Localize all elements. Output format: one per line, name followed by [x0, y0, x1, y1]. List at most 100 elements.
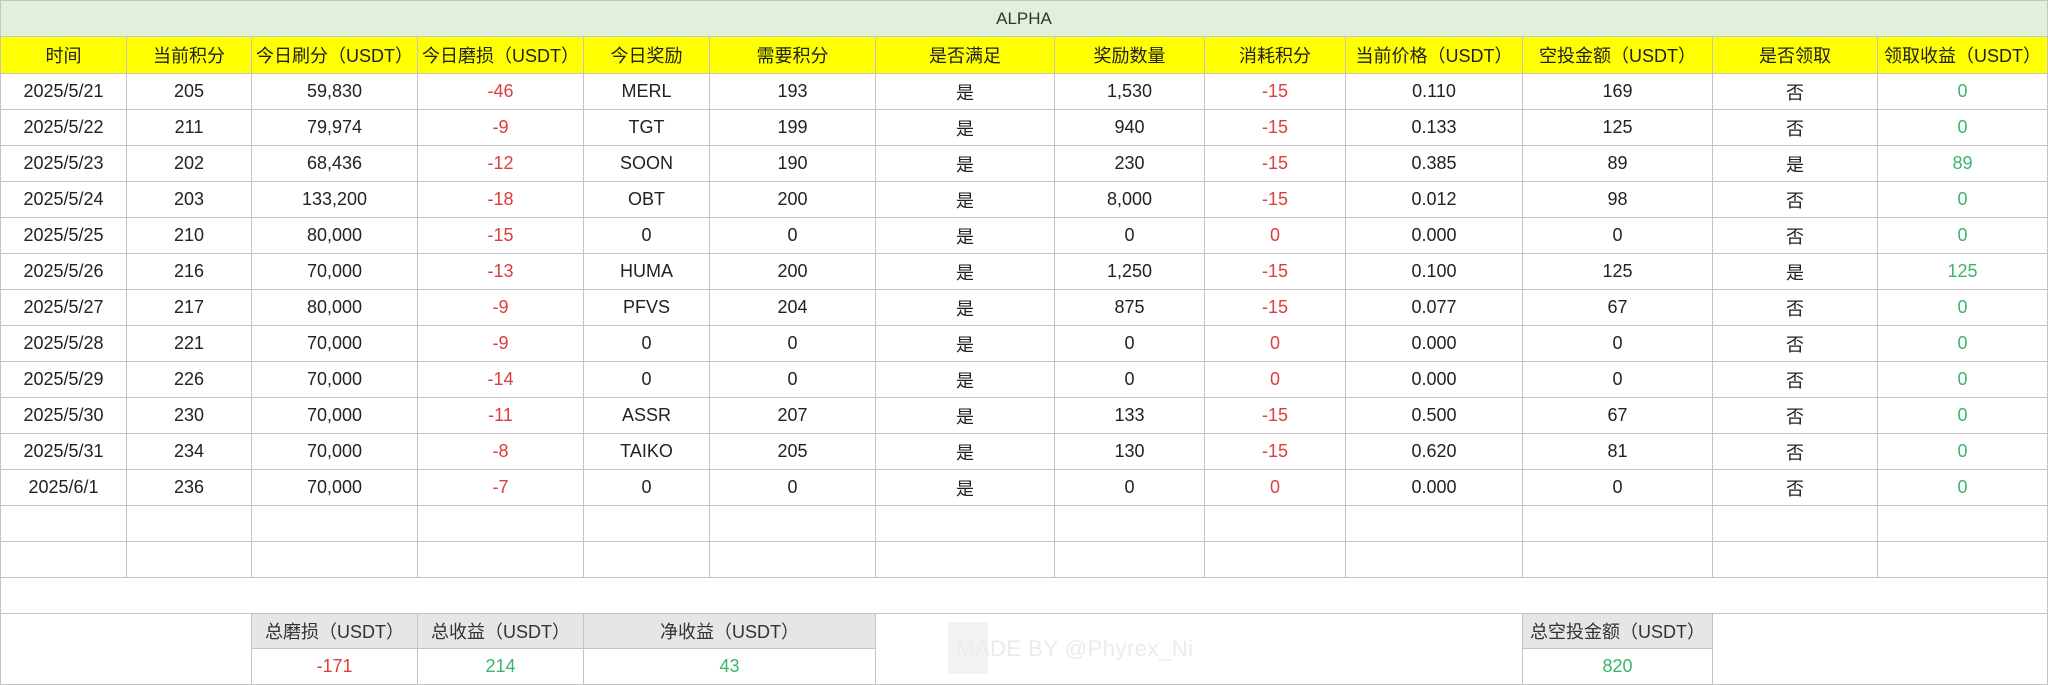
- cell-daily-volume[interactable]: 80,000: [251, 217, 418, 254]
- cell-qualified[interactable]: 是: [875, 433, 1055, 470]
- cell-points-spent[interactable]: 0: [1204, 217, 1346, 254]
- cell-current-price[interactable]: 0.100: [1345, 253, 1523, 290]
- cell-current-price[interactable]: 0.000: [1345, 469, 1523, 506]
- cell-current-price[interactable]: 0.077: [1345, 289, 1523, 326]
- cell-claimed-income[interactable]: 0: [1877, 217, 2048, 254]
- cell-points-spent[interactable]: -15: [1204, 289, 1346, 326]
- cell-qualified[interactable]: 是: [875, 253, 1055, 290]
- summary-blank-cell[interactable]: [0, 613, 252, 685]
- cell-points-spent[interactable]: -15: [1204, 253, 1346, 290]
- cell-reward-amount[interactable]: 1,530: [1054, 73, 1205, 110]
- cell-daily-loss[interactable]: -12: [417, 145, 584, 182]
- sheet-title[interactable]: ALPHA: [0, 0, 2048, 37]
- empty-cell[interactable]: [1522, 541, 1713, 578]
- cell-required-points[interactable]: 205: [709, 433, 876, 470]
- cell-claimed-income[interactable]: 89: [1877, 145, 2048, 182]
- cell-daily-loss[interactable]: -15: [417, 217, 584, 254]
- empty-cell[interactable]: [0, 505, 127, 542]
- cell-daily-loss[interactable]: -9: [417, 289, 584, 326]
- cell-daily-volume[interactable]: 70,000: [251, 433, 418, 470]
- empty-cell[interactable]: [583, 505, 710, 542]
- column-header-current-price[interactable]: 当前价格（USDT）: [1345, 36, 1523, 74]
- column-header-qualified[interactable]: 是否满足: [875, 36, 1055, 74]
- cell-date[interactable]: 2025/6/1: [0, 469, 127, 506]
- cell-daily-reward[interactable]: 0: [583, 361, 710, 398]
- cell-required-points[interactable]: 200: [709, 181, 876, 218]
- cell-airdrop-amount[interactable]: 125: [1522, 253, 1713, 290]
- cell-daily-loss[interactable]: -13: [417, 253, 584, 290]
- cell-daily-loss[interactable]: -7: [417, 469, 584, 506]
- empty-cell[interactable]: [875, 541, 1055, 578]
- cell-claimed[interactable]: 否: [1712, 397, 1878, 434]
- empty-cell[interactable]: [1712, 505, 1878, 542]
- cell-date[interactable]: 2025/5/29: [0, 361, 127, 398]
- cell-required-points[interactable]: 199: [709, 109, 876, 146]
- cell-daily-reward[interactable]: PFVS: [583, 289, 710, 326]
- empty-cell[interactable]: [1345, 505, 1523, 542]
- empty-cell[interactable]: [1877, 541, 2048, 578]
- empty-cell[interactable]: [1204, 541, 1346, 578]
- cell-daily-loss[interactable]: -11: [417, 397, 584, 434]
- cell-required-points[interactable]: 0: [709, 361, 876, 398]
- watermark-cell[interactable]: MADE BY @Phyrex_Ni: [875, 613, 1523, 685]
- cell-airdrop-amount[interactable]: 125: [1522, 109, 1713, 146]
- cell-claimed-income[interactable]: 0: [1877, 73, 2048, 110]
- empty-cell[interactable]: [417, 541, 584, 578]
- empty-cell[interactable]: [251, 505, 418, 542]
- cell-claimed[interactable]: 是: [1712, 253, 1878, 290]
- empty-cell[interactable]: [1054, 541, 1205, 578]
- cell-claimed[interactable]: 否: [1712, 433, 1878, 470]
- cell-current-price[interactable]: 0.133: [1345, 109, 1523, 146]
- empty-cell[interactable]: [1712, 541, 1878, 578]
- cell-reward-amount[interactable]: 0: [1054, 325, 1205, 362]
- cell-points-spent[interactable]: -15: [1204, 433, 1346, 470]
- cell-qualified[interactable]: 是: [875, 289, 1055, 326]
- cell-current-price[interactable]: 0.012: [1345, 181, 1523, 218]
- cell-qualified[interactable]: 是: [875, 109, 1055, 146]
- merged-empty-cell[interactable]: [0, 577, 2048, 614]
- empty-cell[interactable]: [1204, 505, 1346, 542]
- cell-required-points[interactable]: 0: [709, 469, 876, 506]
- cell-current-price[interactable]: 0.500: [1345, 397, 1523, 434]
- cell-points-spent[interactable]: 0: [1204, 325, 1346, 362]
- empty-cell[interactable]: [126, 505, 252, 542]
- column-header-reward-amount[interactable]: 奖励数量: [1054, 36, 1205, 74]
- cell-daily-volume[interactable]: 80,000: [251, 289, 418, 326]
- cell-claimed[interactable]: 否: [1712, 325, 1878, 362]
- cell-reward-amount[interactable]: 940: [1054, 109, 1205, 146]
- total-loss-value[interactable]: -171: [251, 648, 418, 685]
- cell-qualified[interactable]: 是: [875, 397, 1055, 434]
- cell-claimed[interactable]: 否: [1712, 361, 1878, 398]
- cell-current-price[interactable]: 0.000: [1345, 217, 1523, 254]
- empty-cell[interactable]: [709, 505, 876, 542]
- cell-daily-loss[interactable]: -14: [417, 361, 584, 398]
- cell-airdrop-amount[interactable]: 81: [1522, 433, 1713, 470]
- cell-qualified[interactable]: 是: [875, 145, 1055, 182]
- cell-current-price[interactable]: 0.110: [1345, 73, 1523, 110]
- cell-reward-amount[interactable]: 0: [1054, 217, 1205, 254]
- cell-required-points[interactable]: 204: [709, 289, 876, 326]
- cell-claimed-income[interactable]: 0: [1877, 109, 2048, 146]
- cell-qualified[interactable]: 是: [875, 217, 1055, 254]
- cell-current-price[interactable]: 0.000: [1345, 325, 1523, 362]
- cell-daily-reward[interactable]: SOON: [583, 145, 710, 182]
- cell-date[interactable]: 2025/5/21: [0, 73, 127, 110]
- column-header-claimed-income[interactable]: 领取收益（USDT）: [1877, 36, 2048, 74]
- cell-current-points[interactable]: 221: [126, 325, 252, 362]
- empty-cell[interactable]: [0, 541, 127, 578]
- cell-daily-volume[interactable]: 79,974: [251, 109, 418, 146]
- cell-airdrop-amount[interactable]: 67: [1522, 397, 1713, 434]
- cell-airdrop-amount[interactable]: 0: [1522, 469, 1713, 506]
- cell-points-spent[interactable]: -15: [1204, 109, 1346, 146]
- cell-current-points[interactable]: 202: [126, 145, 252, 182]
- cell-airdrop-amount[interactable]: 98: [1522, 181, 1713, 218]
- cell-reward-amount[interactable]: 230: [1054, 145, 1205, 182]
- net-income-label[interactable]: 净收益（USDT）: [583, 613, 876, 649]
- cell-daily-loss[interactable]: -18: [417, 181, 584, 218]
- cell-airdrop-amount[interactable]: 89: [1522, 145, 1713, 182]
- cell-reward-amount[interactable]: 1,250: [1054, 253, 1205, 290]
- cell-date[interactable]: 2025/5/25: [0, 217, 127, 254]
- cell-required-points[interactable]: 200: [709, 253, 876, 290]
- cell-qualified[interactable]: 是: [875, 361, 1055, 398]
- cell-current-points[interactable]: 216: [126, 253, 252, 290]
